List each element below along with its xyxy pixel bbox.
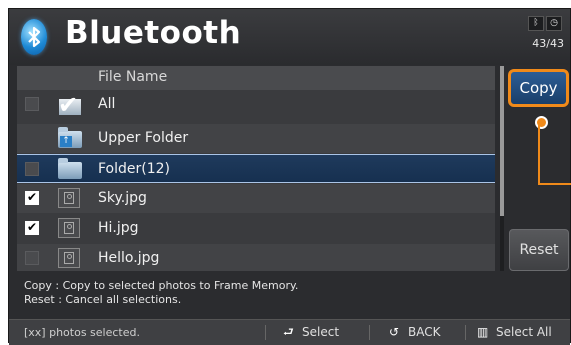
list-item-hello[interactable]: Hello.jpg [17, 244, 495, 271]
selection-status: [xx] photos selected. [24, 326, 140, 339]
row-label: All [98, 96, 116, 112]
list-item-upper-folder[interactable]: ↑ Upper Folder [17, 124, 495, 153]
divider [369, 325, 370, 340]
back-hint[interactable]: ↺ BACK [389, 325, 440, 339]
select-all-hint[interactable]: ▥ Select All [477, 325, 552, 339]
help-text: Copy : Copy to selected photos to Frame … [24, 279, 298, 307]
row-checkbox[interactable] [25, 190, 39, 205]
list-item-sky[interactable]: Sky.jpg [17, 184, 495, 213]
divider [465, 325, 466, 340]
file-list: File Name ✔ All ↑ Upper Folder Folder(12… [17, 66, 495, 271]
app-window: Bluetooth ᛒ ◷ 43/43 File Name ✔ All ↑ Up… [8, 8, 571, 345]
clock-icon: ◷ [546, 16, 562, 31]
row-label: Hi.jpg [98, 220, 139, 236]
list-item-all[interactable]: ✔ All [17, 90, 495, 119]
photo-icon [56, 187, 84, 211]
copy-help-text: Copy : Copy to selected photos to Frame … [24, 279, 299, 292]
callout-line [538, 125, 568, 185]
row-label: Hello.jpg [98, 250, 160, 266]
row-label: Upper Folder [98, 130, 189, 146]
scroll-thumb[interactable] [500, 66, 504, 216]
row-checkbox[interactable] [25, 162, 39, 176]
grid-icon: ▥ [477, 325, 489, 339]
row-label: Sky.jpg [98, 190, 147, 206]
list-header: File Name [17, 66, 495, 90]
list-item-folder[interactable]: Folder(12) [17, 154, 495, 183]
bluetooth-icon: ᛒ [528, 16, 544, 31]
photo-icon [56, 247, 84, 271]
select-hint[interactable]: ⮐ Select [283, 325, 339, 339]
enter-icon: ⮐ [283, 325, 294, 339]
folder-icon [56, 158, 84, 182]
select-hint-label: Select [302, 325, 340, 339]
file-name-column-header: File Name [98, 69, 168, 85]
reset-help-text: Reset : Cancel all selections. [24, 293, 182, 306]
row-checkbox[interactable] [25, 97, 39, 111]
row-label: Folder(12) [98, 161, 171, 177]
reset-button[interactable]: Reset [509, 229, 569, 271]
upper-folder-icon: ↑ [56, 127, 84, 151]
back-hint-label: BACK [408, 325, 441, 339]
check-all-icon: ✔ [56, 91, 84, 119]
list-scrollbar[interactable] [500, 66, 504, 271]
photo-icon [56, 217, 84, 241]
row-checkbox[interactable] [25, 220, 39, 235]
divider [265, 325, 266, 340]
header: Bluetooth ᛒ ◷ 43/43 [9, 9, 570, 65]
copy-button[interactable]: Copy [508, 69, 569, 107]
status-icons: ᛒ ◷ [528, 16, 562, 31]
item-counter: 43/43 [532, 37, 564, 50]
page-title: Bluetooth [65, 15, 242, 51]
footer-bar: [xx] photos selected. ⮐ Select ↺ BACK ▥ … [9, 319, 570, 345]
list-item-hi[interactable]: Hi.jpg [17, 214, 495, 243]
back-arrow-icon: ↺ [389, 325, 400, 339]
row-checkbox[interactable] [25, 251, 39, 265]
bluetooth-logo-icon [21, 19, 47, 55]
select-all-hint-label: Select All [496, 325, 552, 339]
